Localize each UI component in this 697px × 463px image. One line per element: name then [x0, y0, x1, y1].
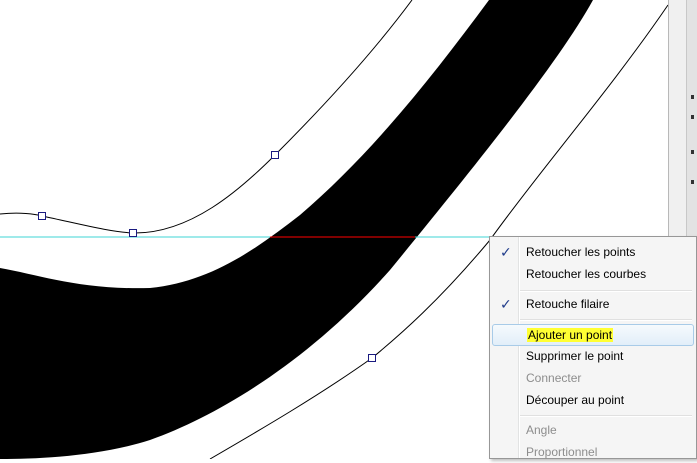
scroll-ruler-tick — [691, 150, 694, 154]
check-icon: ✓ — [500, 244, 512, 260]
scroll-ruler-tick — [691, 95, 694, 99]
menu-item-label: Découper au point — [526, 393, 625, 407]
menu-item-retoucher-courbes[interactable]: Retoucher les courbes — [492, 264, 694, 285]
menu-item-label: Ajouter un point — [527, 328, 614, 342]
node-handle[interactable] — [368, 354, 376, 362]
menu-item-label: Retoucher les courbes — [526, 267, 647, 281]
scroll-ruler-tick — [691, 115, 694, 119]
menu-item-retouche-filaire[interactable]: ✓ Retouche filaire — [492, 294, 694, 315]
menu-item-label: Retoucher les points — [526, 245, 636, 259]
menu-item-supprimer-point[interactable]: Supprimer le point — [492, 346, 694, 367]
node-handle[interactable] — [129, 229, 137, 237]
node-handle[interactable] — [271, 151, 279, 159]
menu-item-label: Proportionnel — [526, 445, 598, 459]
scroll-ruler-tick — [691, 180, 694, 184]
context-menu: ✓ Retoucher les points Retoucher les cou… — [489, 236, 697, 459]
check-icon: ✓ — [500, 296, 512, 312]
menu-item-decouper-point[interactable]: Découper au point — [492, 390, 694, 411]
menu-item-angle[interactable]: Angle — [492, 420, 694, 441]
menu-separator — [520, 415, 692, 417]
menu-item-ajouter-point[interactable]: Ajouter un point — [492, 324, 694, 346]
menu-item-connecter[interactable]: Connecter — [492, 368, 694, 389]
menu-item-retoucher-points[interactable]: ✓ Retoucher les points — [492, 242, 694, 263]
menu-item-label: Retouche filaire — [526, 297, 610, 311]
vertical-scrollbar[interactable] — [668, 0, 697, 237]
node-handle[interactable] — [38, 212, 46, 220]
menu-item-label: Angle — [526, 423, 557, 437]
menu-separator — [520, 290, 692, 292]
highlighted-label: Ajouter un point — [527, 328, 614, 342]
menu-item-proportionnel[interactable]: Proportionnel — [492, 442, 694, 463]
menu-separator — [520, 319, 692, 321]
menu-item-label: Connecter — [526, 371, 582, 385]
menu-item-label: Supprimer le point — [526, 349, 624, 363]
